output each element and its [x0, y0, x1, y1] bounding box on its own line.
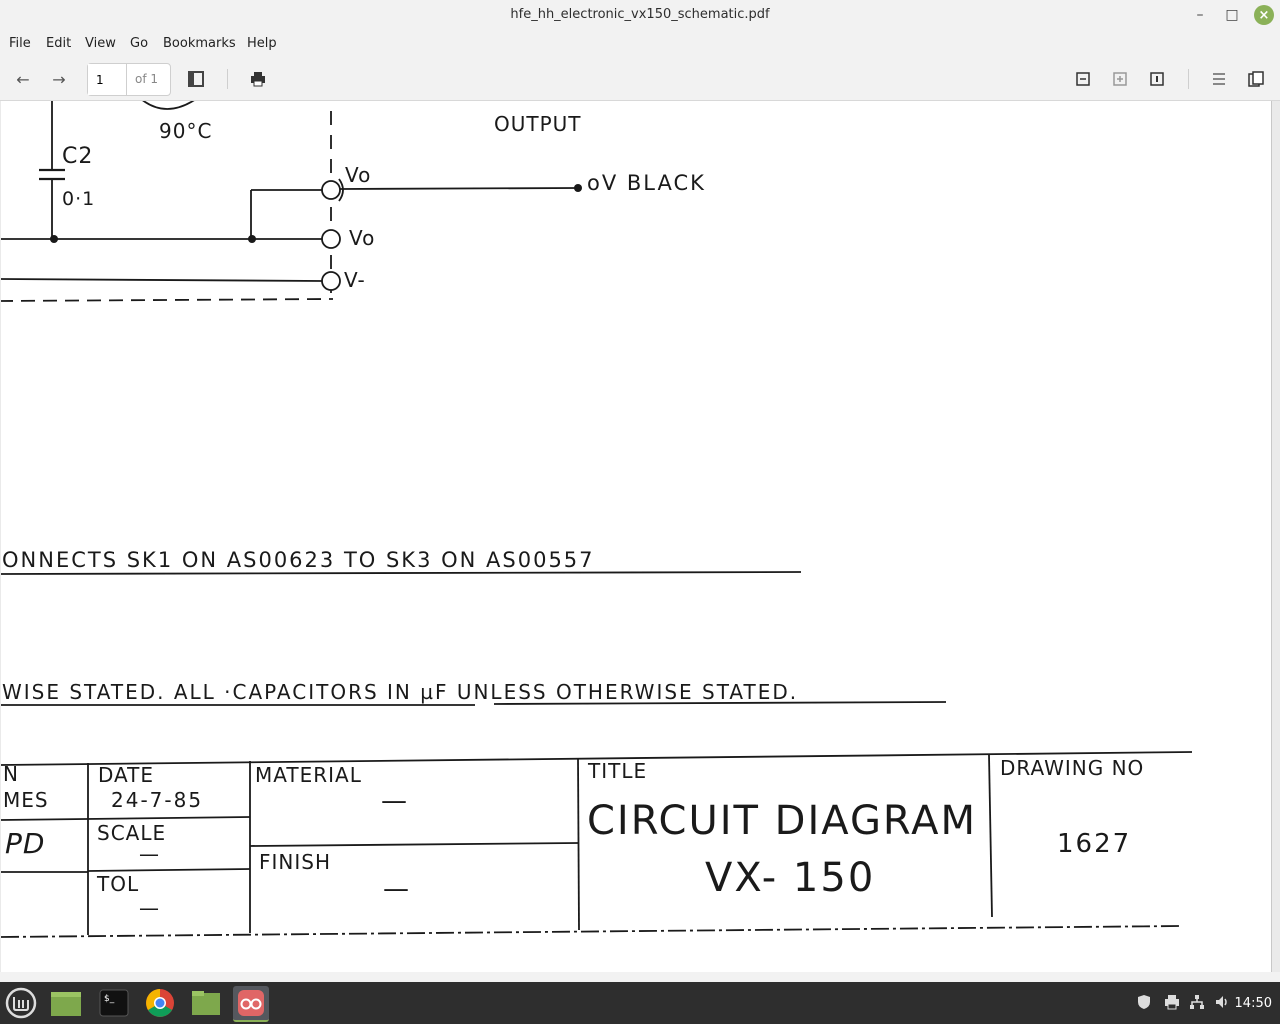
print-icon[interactable] — [248, 69, 268, 89]
date-label: DATE — [98, 763, 154, 787]
svg-text:$_: $_ — [104, 994, 115, 1004]
menu-file[interactable]: File — [9, 36, 31, 51]
menu-bookmarks[interactable]: Bookmarks — [163, 36, 236, 51]
schematic-drawing: 90°C OUTPUT C2 0·1 Vo oV BLACK Vo V- ONN… — [0, 98, 1193, 938]
tb-left-top: N — [3, 762, 19, 786]
title-label: TITLE — [587, 759, 647, 783]
capacitors-note: WISE STATED. ALL ·CAPACITORS IN µF UNLES… — [2, 680, 798, 704]
page-selector: of 1 — [87, 63, 171, 96]
taskbar: $_ 14:50 — [0, 982, 1280, 1024]
clock[interactable]: 14:50 — [1235, 996, 1272, 1011]
zoom-in-icon[interactable] — [1110, 69, 1130, 89]
connects-note: ONNECTS SK1 ON AS00623 TO SK3 ON AS00557 — [2, 548, 595, 572]
drawing-title-line2: VX- 150 — [705, 855, 875, 901]
pdf-page: 90°C OUTPUT C2 0·1 Vo oV BLACK Vo V- ONN… — [0, 98, 1272, 972]
mint-menu-icon[interactable] — [3, 986, 39, 1020]
chrome-icon[interactable] — [142, 986, 178, 1020]
thermal-switch-symbol — [140, 98, 197, 110]
output-label: OUTPUT — [494, 112, 582, 136]
document-viewer-icon[interactable] — [233, 986, 269, 1022]
menu-bar: File Edit View Go Bookmarks Help — [0, 30, 1280, 58]
menu-go[interactable]: Go — [130, 36, 148, 51]
v-minus-label: V- — [344, 268, 366, 292]
sidebar-toggle-icon[interactable] — [186, 69, 206, 89]
page-number-input[interactable] — [88, 64, 127, 95]
toolbar: ← → — [0, 58, 1280, 101]
temp-label: 90°C — [159, 119, 212, 143]
files-icon[interactable] — [188, 986, 224, 1020]
material-value: — — [381, 786, 408, 816]
toolbar-separator — [1188, 69, 1189, 89]
drawing-no-label: DRAWING NO — [1000, 756, 1144, 780]
close-icon[interactable]: × — [1254, 5, 1274, 25]
shield-icon[interactable] — [1137, 994, 1151, 1014]
document-viewport[interactable]: 90°C OUTPUT C2 0·1 Vo oV BLACK Vo V- ONN… — [0, 98, 1280, 972]
minimize-icon[interactable]: – — [1190, 5, 1210, 25]
maximize-icon[interactable]: □ — [1222, 5, 1242, 25]
initials-signature: PD — [5, 827, 45, 860]
zoom-out-icon[interactable] — [1073, 69, 1093, 89]
show-desktop-icon[interactable] — [48, 986, 84, 1020]
continuous-scroll-icon[interactable] — [1209, 69, 1229, 89]
finish-value: — — [383, 874, 410, 904]
volume-icon[interactable] — [1214, 994, 1230, 1014]
tb-left-names: MES — [3, 788, 49, 812]
drawing-no-value: 1627 — [1057, 829, 1131, 859]
vo-mid-label: Vo — [349, 226, 375, 250]
menu-view[interactable]: View — [85, 36, 116, 51]
dual-page-icon[interactable] — [1246, 69, 1266, 89]
date-value: 24-7-85 — [111, 788, 203, 812]
drawing-title-line1: CIRCUIT DIAGRAM — [587, 798, 977, 844]
vo-top-label: Vo — [345, 163, 371, 187]
printer-tray-icon[interactable] — [1164, 994, 1180, 1014]
page-total: of 1 — [135, 72, 159, 86]
material-label: MATERIAL — [255, 763, 362, 787]
toolbar-separator — [227, 69, 228, 89]
tol-value: — — [139, 896, 160, 920]
scale-value: — — [139, 842, 160, 866]
menu-help[interactable]: Help — [247, 36, 277, 51]
tol-label: TOL — [96, 872, 139, 896]
c2-label: C2 — [62, 144, 93, 169]
status-strip — [0, 972, 1280, 982]
menu-edit[interactable]: Edit — [46, 36, 71, 51]
terminal-icon[interactable]: $_ — [96, 986, 132, 1020]
window-title: hfe_hh_electronic_vx150_schematic.pdf — [510, 7, 770, 22]
actual-size-icon[interactable] — [1147, 69, 1167, 89]
forward-arrow-icon[interactable]: → — [49, 69, 69, 89]
title-bar: hfe_hh_electronic_vx150_schematic.pdf – … — [0, 0, 1280, 30]
back-arrow-icon[interactable]: ← — [13, 69, 33, 89]
ov-black-label: oV BLACK — [587, 171, 706, 195]
c2-value: 0·1 — [62, 188, 95, 210]
finish-label: FINISH — [259, 850, 331, 874]
network-icon[interactable] — [1189, 994, 1205, 1014]
